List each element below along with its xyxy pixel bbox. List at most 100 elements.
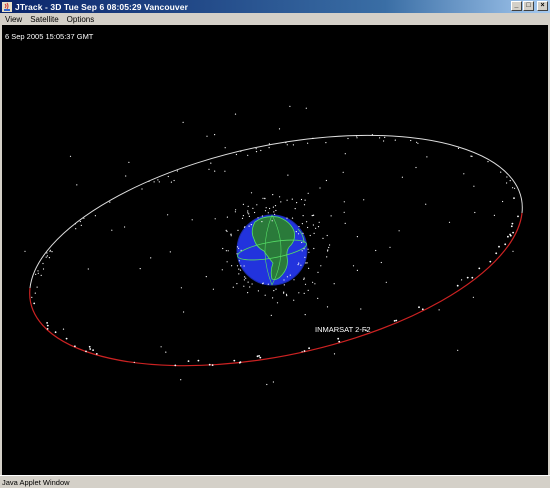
satellite-dot xyxy=(279,196,281,198)
satellite-dot xyxy=(272,206,274,208)
satellite-dot xyxy=(301,223,303,225)
satellite-dot xyxy=(33,302,36,305)
satellite-dot xyxy=(421,308,424,311)
satellite-dot xyxy=(225,229,227,231)
satellite-dot xyxy=(153,181,155,183)
satellite-dot xyxy=(254,211,256,214)
satellite-dot xyxy=(514,187,516,189)
satellite-dot xyxy=(257,217,259,219)
satellite-dot xyxy=(231,265,233,267)
satellite-dot xyxy=(273,211,275,213)
satellite-dot xyxy=(297,264,299,266)
satellite-dot xyxy=(238,273,240,275)
satellite-dot xyxy=(182,121,184,123)
satellite-dot xyxy=(275,209,277,212)
menu-satellite[interactable]: Satellite xyxy=(25,15,61,24)
satellite-dot xyxy=(226,216,228,218)
satellite-dot xyxy=(233,359,236,362)
satellite-dot xyxy=(401,176,403,178)
orbit-scene[interactable] xyxy=(2,25,548,475)
satellite-dot xyxy=(510,225,513,228)
satellite-dot xyxy=(94,215,96,217)
menu-view[interactable]: View xyxy=(0,15,25,24)
satellite-dot xyxy=(352,265,355,267)
satellite-dot xyxy=(512,250,514,252)
satellite-dot xyxy=(343,201,345,203)
title-bar[interactable]: JTrack - 3D Tue Sep 6 08:05:29 Vancouver… xyxy=(0,0,550,13)
satellite-dot xyxy=(40,274,42,276)
satellite-dot xyxy=(230,235,232,237)
satellite-dot xyxy=(133,361,135,363)
satellite-dot xyxy=(289,274,291,276)
satellite-dot xyxy=(478,267,481,270)
satellite-dot xyxy=(226,230,228,232)
satellite-dot xyxy=(301,250,303,252)
close-button[interactable]: × xyxy=(537,1,548,11)
satellite-dot xyxy=(248,225,250,227)
satellite-dot xyxy=(42,262,44,265)
satellite-dot xyxy=(236,283,238,285)
satellite-dot xyxy=(148,180,150,182)
maximize-button[interactable]: □ xyxy=(523,1,534,11)
satellite-dot xyxy=(239,361,242,363)
satellite-dot xyxy=(247,281,249,283)
menu-options[interactable]: Options xyxy=(62,15,98,24)
satellite-dot xyxy=(389,246,391,248)
satellite-dot xyxy=(272,381,274,383)
selected-satellite-label[interactable]: INMARSAT 2-F2 xyxy=(315,325,371,334)
satellite-dot xyxy=(292,144,294,146)
satellite-dot xyxy=(235,153,237,156)
satellite-dot xyxy=(308,347,310,350)
minimize-button[interactable]: _ xyxy=(511,1,522,11)
satellite-dot xyxy=(275,288,277,290)
satellite-dot xyxy=(489,260,492,263)
satellite-dot xyxy=(303,204,306,206)
satellite-dot xyxy=(278,128,281,130)
satellite-dot xyxy=(264,210,267,212)
satellite-dot xyxy=(243,285,245,287)
satellite-dot xyxy=(312,281,314,283)
satellite-dot xyxy=(504,243,507,246)
satellite-dot xyxy=(261,215,263,217)
satellite-dot xyxy=(248,215,250,217)
satellite-dot xyxy=(457,147,460,149)
satellite-dot xyxy=(309,234,311,237)
satellite-dot xyxy=(80,224,82,226)
3d-viewport[interactable]: 6 Sep 2005 15:05:37 GMT INMARSAT 2-F2 xyxy=(2,25,548,475)
satellite-dot xyxy=(46,322,48,324)
satellite-dot xyxy=(303,292,305,294)
satellite-dot xyxy=(356,135,358,137)
satellite-dot xyxy=(303,278,305,280)
satellite-dot xyxy=(271,220,273,222)
satellite-dot xyxy=(35,273,37,275)
satellite-dot xyxy=(415,166,417,169)
satellite-dot xyxy=(330,215,332,217)
satellite-dot xyxy=(296,202,298,204)
satellite-dot xyxy=(298,292,300,294)
java-app-icon xyxy=(2,1,12,12)
satellite-dot xyxy=(487,161,489,163)
satellite-dot xyxy=(224,170,226,172)
satellite-dot xyxy=(85,350,87,353)
satellite-dot xyxy=(230,233,232,235)
satellite-dot xyxy=(342,171,344,173)
satellite-dot xyxy=(54,331,57,334)
satellite-dot xyxy=(322,237,324,239)
satellite-dot xyxy=(42,268,45,270)
satellite-dot xyxy=(466,276,469,279)
satellite-dot xyxy=(240,150,242,152)
satellite-dot xyxy=(301,351,303,353)
satellite-dot xyxy=(302,215,304,217)
satellite-dot xyxy=(314,283,316,285)
satellite-dot xyxy=(276,302,279,304)
satellite-dot xyxy=(37,270,39,272)
satellite-dot xyxy=(158,181,160,183)
satellite-dot xyxy=(258,355,260,357)
satellite-dot xyxy=(180,287,182,289)
satellite-dot xyxy=(280,201,282,203)
satellite-dot xyxy=(238,247,240,249)
satellite-dot xyxy=(300,198,303,201)
satellite-dot xyxy=(457,349,459,351)
satellite-dot xyxy=(506,176,508,178)
satellite-dot xyxy=(425,203,427,205)
